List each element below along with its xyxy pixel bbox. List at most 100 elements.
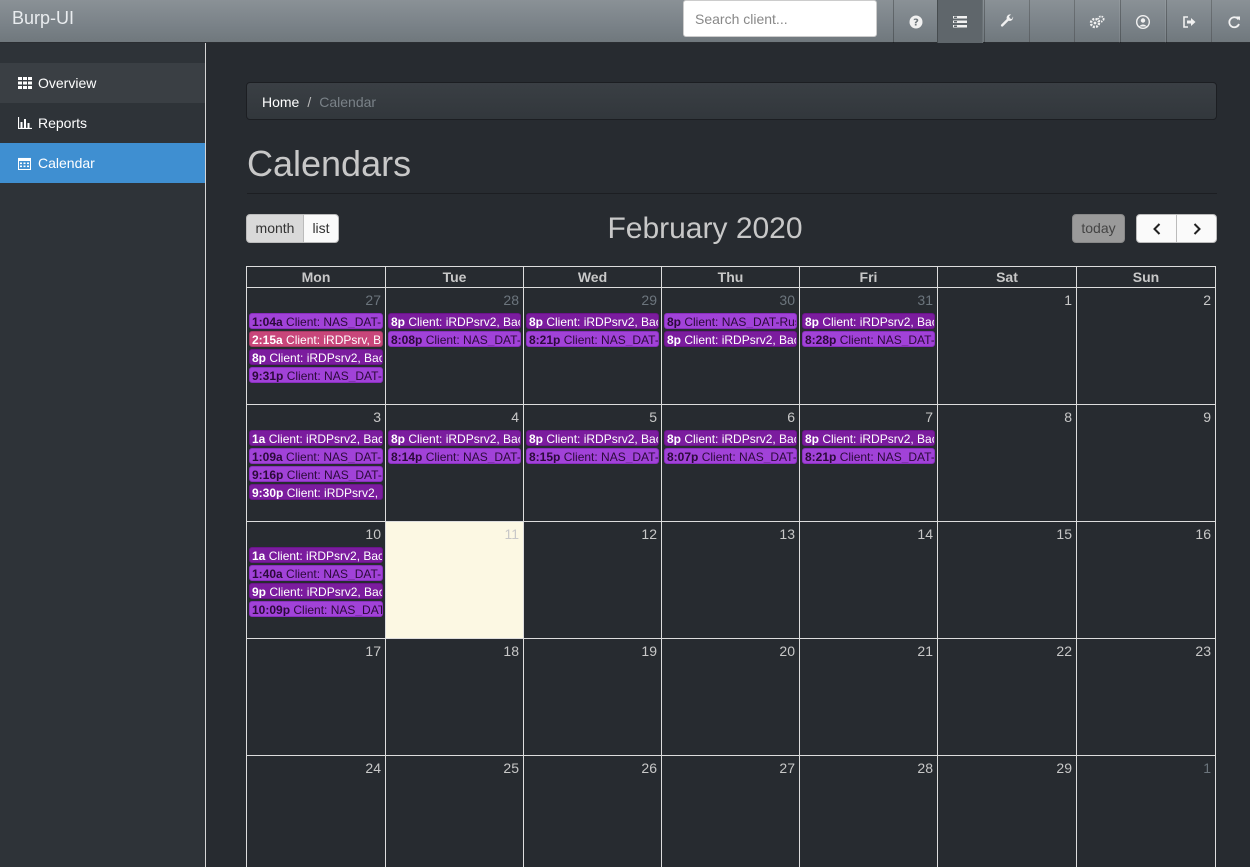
month-view-button[interactable]: month (246, 214, 304, 243)
calendar-day[interactable]: 22 (938, 639, 1077, 756)
brand-logo[interactable]: Burp-UI (12, 8, 74, 29)
calendar-event[interactable]: 1:04a Client: NAS_DAT-I (249, 313, 383, 329)
calendar-day[interactable]: 16 (1077, 522, 1216, 639)
calendar-day[interactable]: 1 (1077, 756, 1216, 867)
event-time: 8:21p (529, 333, 561, 347)
calendar-day[interactable]: 4 8p Client: iRDPsrv2, Bac 8:14p Client: N… (386, 405, 524, 522)
calendar-event[interactable]: 8:21p Client: NAS_DAT- (526, 331, 659, 347)
user-icon[interactable] (1120, 0, 1166, 43)
calendar-day[interactable]: 13 (662, 522, 800, 639)
calendar-event[interactable]: 10:09p Client: NAS_DAT (249, 601, 383, 617)
sidebar-item-overview[interactable]: Overview (0, 63, 205, 103)
calendar-day[interactable]: 17 (247, 639, 386, 756)
event-time: 1a (252, 432, 266, 446)
breadcrumb-home-link[interactable]: Home (262, 94, 299, 110)
wrench-icon[interactable] (984, 0, 1030, 43)
next-month-button[interactable] (1176, 214, 1217, 243)
calendar-event[interactable]: 8p Client: NAS_DAT-Rus (664, 313, 797, 329)
calendar-day[interactable]: 20 (662, 639, 800, 756)
sidebar-item-label: Calendar (38, 155, 95, 171)
event-time: 9:16p (252, 468, 284, 482)
calendar-day[interactable]: 7 8p Client: iRDPsrv2, Bac 8:21p Client: N… (800, 405, 938, 522)
sidebar-item-label: Overview (38, 75, 97, 91)
calendar-day[interactable]: 28 (800, 756, 938, 867)
calendar-day[interactable]: 29 8p Client: iRDPsrv2, Bac 8:21p Client: … (524, 288, 662, 405)
sidebar-item-reports[interactable]: Reports (0, 103, 205, 143)
list-view-button[interactable]: list (303, 214, 339, 243)
event-list: 8p Client: iRDPsrv2, Bac 8:15p Client: NA… (526, 430, 659, 466)
calendar-event[interactable]: 8:08p Client: NAS_DAT- (388, 331, 521, 347)
search-input[interactable]: Search client... (683, 0, 877, 37)
refresh-icon[interactable] (1211, 0, 1250, 43)
calendar-day[interactable]: 19 (524, 639, 662, 756)
calendar-day[interactable]: 29 (938, 756, 1077, 867)
calendar-day[interactable]: 12 (524, 522, 662, 639)
calendar-day[interactable]: 30 8p Client: NAS_DAT-Rus 8p Client: iRDPs… (662, 288, 800, 405)
calendar-day[interactable]: 14 (800, 522, 938, 639)
calendar-event[interactable]: 9:30p Client: iRDPsrv2, I (249, 484, 383, 500)
cogs-icon[interactable] (1074, 0, 1120, 43)
day-number: 19 (641, 643, 657, 659)
calendar-event[interactable]: 1:09a Client: NAS_DAT-I (249, 448, 383, 464)
calendar-day-today[interactable]: 11 (386, 522, 524, 639)
calendar-day[interactable]: 25 (386, 756, 524, 867)
calendar-day[interactable]: 2 (1077, 288, 1216, 405)
today-button[interactable]: today (1072, 214, 1125, 243)
event-title: Client: iRDPsrv2, Bac (543, 432, 659, 446)
calendar-day[interactable]: 31 8p Client: iRDPsrv2, Bac 8:28p Client: … (800, 288, 938, 405)
calendar-day[interactable]: 28 8p Client: iRDPsrv2, Bac 8:08p Client: … (386, 288, 524, 405)
sidebar-item-calendar[interactable]: Calendar (0, 143, 205, 183)
table-icon (18, 76, 34, 90)
calendar-event[interactable]: 8p Client: iRDPsrv2, Bac (802, 313, 935, 329)
event-list: 1a Client: iRDPsrv2, Bac 1:09a Client: NA… (249, 430, 383, 502)
calendar-day[interactable]: 18 (386, 639, 524, 756)
calendar-event[interactable]: 2:15a Client: iRDPsrv, B (249, 331, 383, 347)
calendar-event[interactable]: 8p Client: iRDPsrv2, Bac (802, 430, 935, 446)
calendar-day[interactable]: 27 1:04a Client: NAS_DAT-I 2:15a Client: i… (247, 288, 386, 405)
calendar-grid: Mon Tue Wed Thu Fri Sat Sun 27 1:04a Client: NA… (246, 266, 1216, 867)
day-number: 21 (917, 643, 933, 659)
day-of-week-header: Mon Tue Wed Thu Fri Sat Sun (246, 266, 1216, 288)
calendar-event[interactable]: 8:15p Client: NAS_DAT- (526, 448, 659, 464)
calendar-day[interactable]: 24 (247, 756, 386, 867)
calendar-event[interactable]: 9:16p Client: NAS_DAT- (249, 466, 383, 482)
calendar-day[interactable]: 10 1a Client: iRDPsrv2, Bac 1:40a Client: … (247, 522, 386, 639)
calendar-day[interactable]: 9 (1077, 405, 1216, 522)
calendar-event[interactable]: 9:31p Client: NAS_DAT- (249, 367, 383, 383)
calendar-event[interactable]: 8:14p Client: NAS_DAT- (388, 448, 521, 464)
calendar-event[interactable]: 1:40a Client: NAS_DAT-I (249, 565, 383, 581)
prev-month-button[interactable] (1136, 214, 1177, 243)
calendar-day[interactable]: 26 (524, 756, 662, 867)
calendar-event[interactable]: 8:28p Client: NAS_DAT- (802, 331, 935, 347)
logout-icon[interactable] (1166, 0, 1212, 43)
event-list: 8p Client: iRDPsrv2, Bac 8:21p Client: NA… (526, 313, 659, 349)
list-icon[interactable] (937, 0, 983, 43)
calendar-event[interactable]: 8:21p Client: NAS_DAT- (802, 448, 935, 464)
calendar-event[interactable]: 8:07p Client: NAS_DAT- (664, 448, 797, 464)
calendar-day[interactable]: 6 8p Client: iRDPsrv2, Bac 8:07p Client: N… (662, 405, 800, 522)
calendar-day[interactable]: 8 (938, 405, 1077, 522)
calendar-day[interactable]: 5 8p Client: iRDPsrv2, Bac 8:15p Client: N… (524, 405, 662, 522)
day-number: 7 (925, 409, 933, 425)
calendar-event[interactable]: 8p Client: iRDPsrv2, Bac (388, 313, 521, 329)
calendar-day[interactable]: 23 (1077, 639, 1216, 756)
calendar-day[interactable]: 15 (938, 522, 1077, 639)
help-icon[interactable]: ? (893, 0, 939, 43)
calendar-event[interactable]: 1a Client: iRDPsrv2, Bac (249, 547, 383, 563)
calendar-event[interactable]: 8p Client: iRDPsrv2, Bac (249, 349, 383, 365)
calendar-event[interactable]: 8p Client: iRDPsrv2, Bac (526, 430, 659, 446)
event-title: Client: NAS_DAT- (283, 468, 382, 482)
calendar-event[interactable]: 9p Client: iRDPsrv2, Bac (249, 583, 383, 599)
calendar-event[interactable]: 8p Client: iRDPsrv2, Bac (388, 430, 521, 446)
calendar-day[interactable]: 3 1a Client: iRDPsrv2, Bac 1:09a Client: N… (247, 405, 386, 522)
calendar-day[interactable]: 27 (662, 756, 800, 867)
calendar-event[interactable]: 8p Client: iRDPsrv2, Bac (664, 331, 797, 347)
calendar-day[interactable]: 1 (938, 288, 1077, 405)
calendar-event[interactable]: 1a Client: iRDPsrv2, Bac (249, 430, 383, 446)
calendar-event[interactable]: 8p Client: iRDPsrv2, Bac (526, 313, 659, 329)
event-title: Client: iRDPsrv2, Bac (681, 333, 797, 347)
calendar-day[interactable]: 21 (800, 639, 938, 756)
calendar-event[interactable]: 8p Client: iRDPsrv2, Bac (664, 430, 797, 446)
day-number: 31 (917, 292, 933, 308)
breadcrumb-current: Calendar (319, 94, 377, 110)
